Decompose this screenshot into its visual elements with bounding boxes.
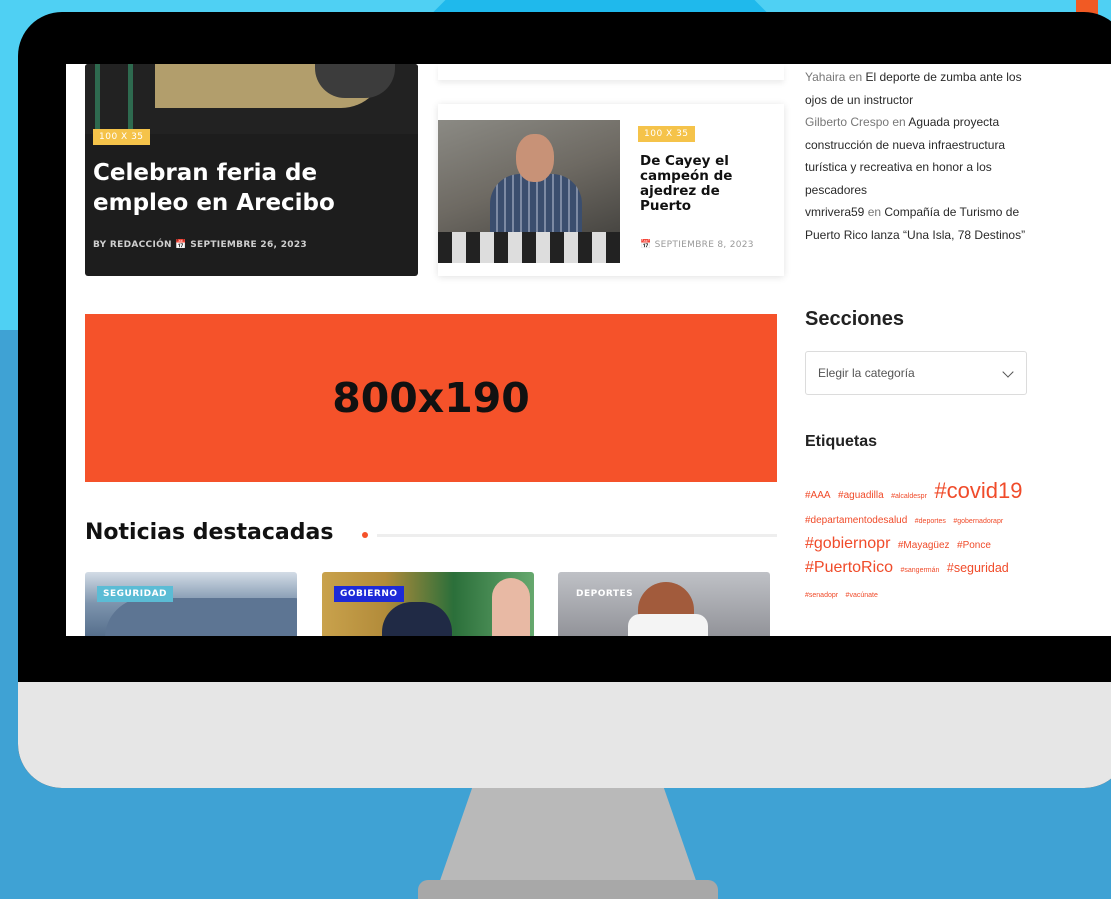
- comment-item: Yahaira en El deporte de zumba ante los …: [805, 66, 1033, 111]
- category-tag[interactable]: SEGURIDAD: [97, 586, 174, 602]
- news-card-side[interactable]: 100 X 35 De Cayey el campeón de ajedrez …: [438, 104, 784, 276]
- comment-item: vmrivera59 en Compañía de Turismo de Pue…: [805, 201, 1033, 246]
- comment-separator: en: [845, 70, 866, 84]
- ad-banner[interactable]: 800x190: [85, 314, 777, 482]
- card-title[interactable]: Celebran feria de empleo en Arecibo: [93, 158, 393, 218]
- card-image[interactable]: [438, 120, 620, 263]
- comment-separator: en: [889, 115, 909, 129]
- tag-link[interactable]: #deportes: [915, 518, 946, 525]
- card-meta: BY REDACCIÓN 📅 SEPTIEMBRE 26, 2023: [93, 240, 307, 250]
- tag-link[interactable]: #gobernadorapr: [953, 518, 1003, 525]
- tag-link[interactable]: #vacúnate: [846, 592, 878, 599]
- category-tag[interactable]: GOBIERNO: [334, 586, 404, 602]
- monitor-stand-base: [418, 880, 718, 899]
- featured-card-seguridad[interactable]: SEGURIDAD: [85, 572, 297, 636]
- tags-title: Etiquetas: [805, 433, 878, 450]
- comment-author[interactable]: vmrivera59: [805, 205, 864, 219]
- tag-link[interactable]: #Mayagüez: [898, 540, 950, 551]
- comment-item: Gilberto Crespo en Aguada proyecta const…: [805, 111, 1033, 201]
- tag-link[interactable]: #departamentodesalud: [805, 515, 907, 526]
- news-card-main[interactable]: 100 X 35 Celebran feria de empleo en Are…: [85, 64, 418, 276]
- monitor: 100 X 35 Celebran feria de empleo en Are…: [18, 12, 1111, 788]
- card-date: 📅 SEPTIEMBRE 8, 2023: [640, 240, 754, 250]
- ad-banner-text: 800x190: [332, 374, 530, 422]
- tag-link[interactable]: #senadopr: [805, 592, 838, 599]
- featured-section-header: Noticias destacadas: [85, 520, 777, 550]
- tag-link[interactable]: #aguadilla: [838, 490, 884, 501]
- featured-card-gobierno[interactable]: GOBIERNO: [322, 572, 534, 636]
- select-value: Elegir la categoría: [818, 366, 915, 380]
- category-select[interactable]: Elegir la categoría: [805, 351, 1027, 395]
- comment-separator: en: [864, 205, 885, 219]
- sidebar: Yahaira en El deporte de zumba ante los …: [805, 64, 1035, 636]
- tag-link[interactable]: #AAA: [805, 490, 831, 501]
- divider: [377, 534, 777, 537]
- ad-badge: 100 X 35: [638, 126, 695, 142]
- tag-link[interactable]: #sangermán: [901, 567, 940, 574]
- comment-author[interactable]: Yahaira: [805, 70, 845, 84]
- tag-cloud: #AAA #aguadilla #alcaldespr #covid19 #de…: [805, 480, 1033, 607]
- tag-link[interactable]: #Ponce: [957, 540, 991, 551]
- chevron-down-icon: [1002, 366, 1014, 378]
- featured-card-deportes[interactable]: DEPORTES: [558, 572, 770, 636]
- news-card-partial: [438, 64, 784, 80]
- ad-badge: 100 X 35: [93, 129, 150, 145]
- recent-comments: Yahaira en El deporte de zumba ante los …: [805, 66, 1033, 246]
- tag-link[interactable]: #gobiernopr: [805, 535, 890, 552]
- card-title[interactable]: De Cayey el campeón de ajedrez de Puerto: [640, 154, 760, 214]
- card-image: [85, 64, 418, 134]
- comment-author[interactable]: Gilberto Crespo: [805, 115, 889, 129]
- website-screen: 100 X 35 Celebran feria de empleo en Are…: [66, 64, 1111, 636]
- category-tag[interactable]: DEPORTES: [570, 586, 639, 602]
- accent-dot: [362, 532, 368, 538]
- tag-link[interactable]: #alcaldespr: [891, 493, 927, 500]
- tag-link[interactable]: #seguridad: [947, 561, 1009, 575]
- tag-link[interactable]: #PuertoRico: [805, 559, 893, 576]
- tag-link[interactable]: #covid19: [934, 478, 1022, 503]
- monitor-chin: [18, 682, 1111, 788]
- sections-title: Secciones: [805, 308, 904, 330]
- section-title: Noticias destacadas: [85, 520, 334, 545]
